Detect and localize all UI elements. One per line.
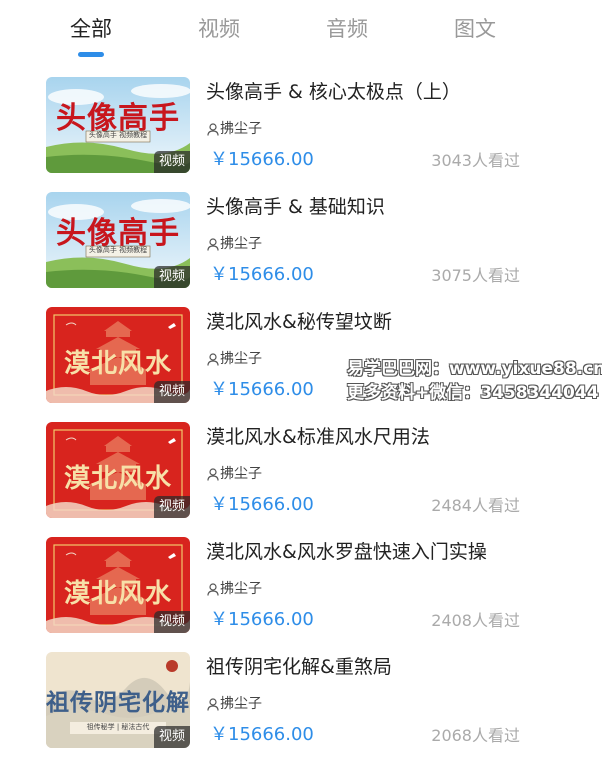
course-thumbnail[interactable]: 头像高手 头像高手 视频教程 视频 bbox=[46, 77, 190, 173]
author: 拂尘子 bbox=[207, 695, 262, 713]
view-count: 2068人看过 bbox=[431, 726, 520, 745]
price: ￥15666.00 bbox=[210, 609, 314, 630]
list-item[interactable]: 头像高手 头像高手 视频教程 视频 头像高手 & 核心太极点（上） 拂尘子 ￥1… bbox=[0, 77, 602, 173]
course-title[interactable]: 漠北风水&秘传望坟断 bbox=[206, 309, 392, 335]
thumbnail-subtitle: 头像高手 视频教程 bbox=[88, 131, 148, 139]
author: 拂尘子 bbox=[207, 465, 262, 483]
author-name: 拂尘子 bbox=[220, 351, 262, 367]
video-badge: 视频 bbox=[153, 726, 190, 748]
watermark: 易学巴巴网：www.yixue88.cn 更多资料+微信：3458344044 bbox=[347, 357, 602, 405]
course-thumbnail[interactable]: 漠北风水 视频 bbox=[46, 307, 190, 403]
price: ￥15666.00 bbox=[210, 494, 314, 515]
person-icon bbox=[207, 697, 219, 711]
watermark-line-2: 更多资料+微信：3458344044 bbox=[347, 383, 599, 403]
person-icon bbox=[207, 467, 219, 481]
video-badge: 视频 bbox=[153, 611, 190, 633]
person-icon bbox=[207, 237, 219, 251]
price: ￥15666.00 bbox=[210, 724, 314, 745]
author-name: 拂尘子 bbox=[220, 581, 262, 597]
course-title[interactable]: 头像高手 & 基础知识 bbox=[206, 194, 385, 220]
thumbnail-title: 漠北风水 bbox=[63, 464, 172, 494]
course-title[interactable]: 漠北风水&风水罗盘快速入门实操 bbox=[206, 539, 487, 565]
tab-all[interactable]: 全部 bbox=[46, 15, 136, 43]
author: 拂尘子 bbox=[207, 350, 262, 368]
author: 拂尘子 bbox=[207, 235, 262, 253]
thumbnail-subtitle: 头像高手 视频教程 bbox=[88, 246, 148, 254]
view-count: 3075人看过 bbox=[431, 266, 520, 285]
watermark-line-1: 易学巴巴网：www.yixue88.cn bbox=[347, 359, 602, 379]
course-thumbnail[interactable]: 头像高手 头像高手 视频教程 视频 bbox=[46, 192, 190, 288]
view-count: 2484人看过 bbox=[431, 496, 520, 515]
video-badge: 视频 bbox=[153, 266, 190, 288]
author-name: 拂尘子 bbox=[220, 121, 262, 137]
author: 拂尘子 bbox=[207, 120, 262, 138]
author-name: 拂尘子 bbox=[220, 236, 262, 252]
tab-text-image[interactable]: 图文 bbox=[430, 15, 520, 43]
list-item[interactable]: 漠北风水 视频 漠北风水&标准风水尺用法 拂尘子 ￥15666.00 2484人… bbox=[0, 422, 602, 518]
video-badge: 视频 bbox=[153, 381, 190, 403]
course-title[interactable]: 祖传阴宅化解&重煞局 bbox=[206, 654, 392, 680]
course-title[interactable]: 头像高手 & 核心太极点（上） bbox=[206, 79, 461, 105]
video-badge: 视频 bbox=[153, 496, 190, 518]
tab-video[interactable]: 视频 bbox=[174, 15, 264, 43]
author-name: 拂尘子 bbox=[220, 696, 262, 712]
price: ￥15666.00 bbox=[210, 264, 314, 285]
course-thumbnail[interactable]: 漠北风水 视频 bbox=[46, 537, 190, 633]
person-icon bbox=[207, 122, 219, 136]
course-title[interactable]: 漠北风水&标准风水尺用法 bbox=[206, 424, 430, 450]
tab-bar: 全部 视频 音频 图文 bbox=[0, 0, 602, 64]
video-badge: 视频 bbox=[153, 151, 190, 173]
price: ￥15666.00 bbox=[210, 379, 314, 400]
list-item[interactable]: 漠北风水 视频 漠北风水&风水罗盘快速入门实操 拂尘子 ￥15666.00 24… bbox=[0, 537, 602, 633]
author-name: 拂尘子 bbox=[220, 466, 262, 482]
list-item[interactable]: 祖传阴宅化解 祖传秘学 | 秘法古代 视频 祖传阴宅化解&重煞局 拂尘子 ￥15… bbox=[0, 652, 602, 748]
thumbnail-title: 祖传阴宅化解 bbox=[46, 689, 190, 716]
course-thumbnail[interactable]: 漠北风水 视频 bbox=[46, 422, 190, 518]
list-item[interactable]: 头像高手 头像高手 视频教程 视频 头像高手 & 基础知识 拂尘子 ￥15666… bbox=[0, 192, 602, 288]
active-tab-indicator bbox=[78, 52, 104, 57]
thumbnail-title: 漠北风水 bbox=[63, 349, 172, 379]
tab-audio[interactable]: 音频 bbox=[302, 15, 392, 43]
thumbnail-title: 漠北风水 bbox=[63, 579, 172, 609]
person-icon bbox=[207, 352, 219, 366]
view-count: 2408人看过 bbox=[431, 611, 520, 630]
price: ￥15666.00 bbox=[210, 149, 314, 170]
person-icon bbox=[207, 582, 219, 596]
course-thumbnail[interactable]: 祖传阴宅化解 祖传秘学 | 秘法古代 视频 bbox=[46, 652, 190, 748]
view-count: 3043人看过 bbox=[431, 151, 520, 170]
author: 拂尘子 bbox=[207, 580, 262, 598]
